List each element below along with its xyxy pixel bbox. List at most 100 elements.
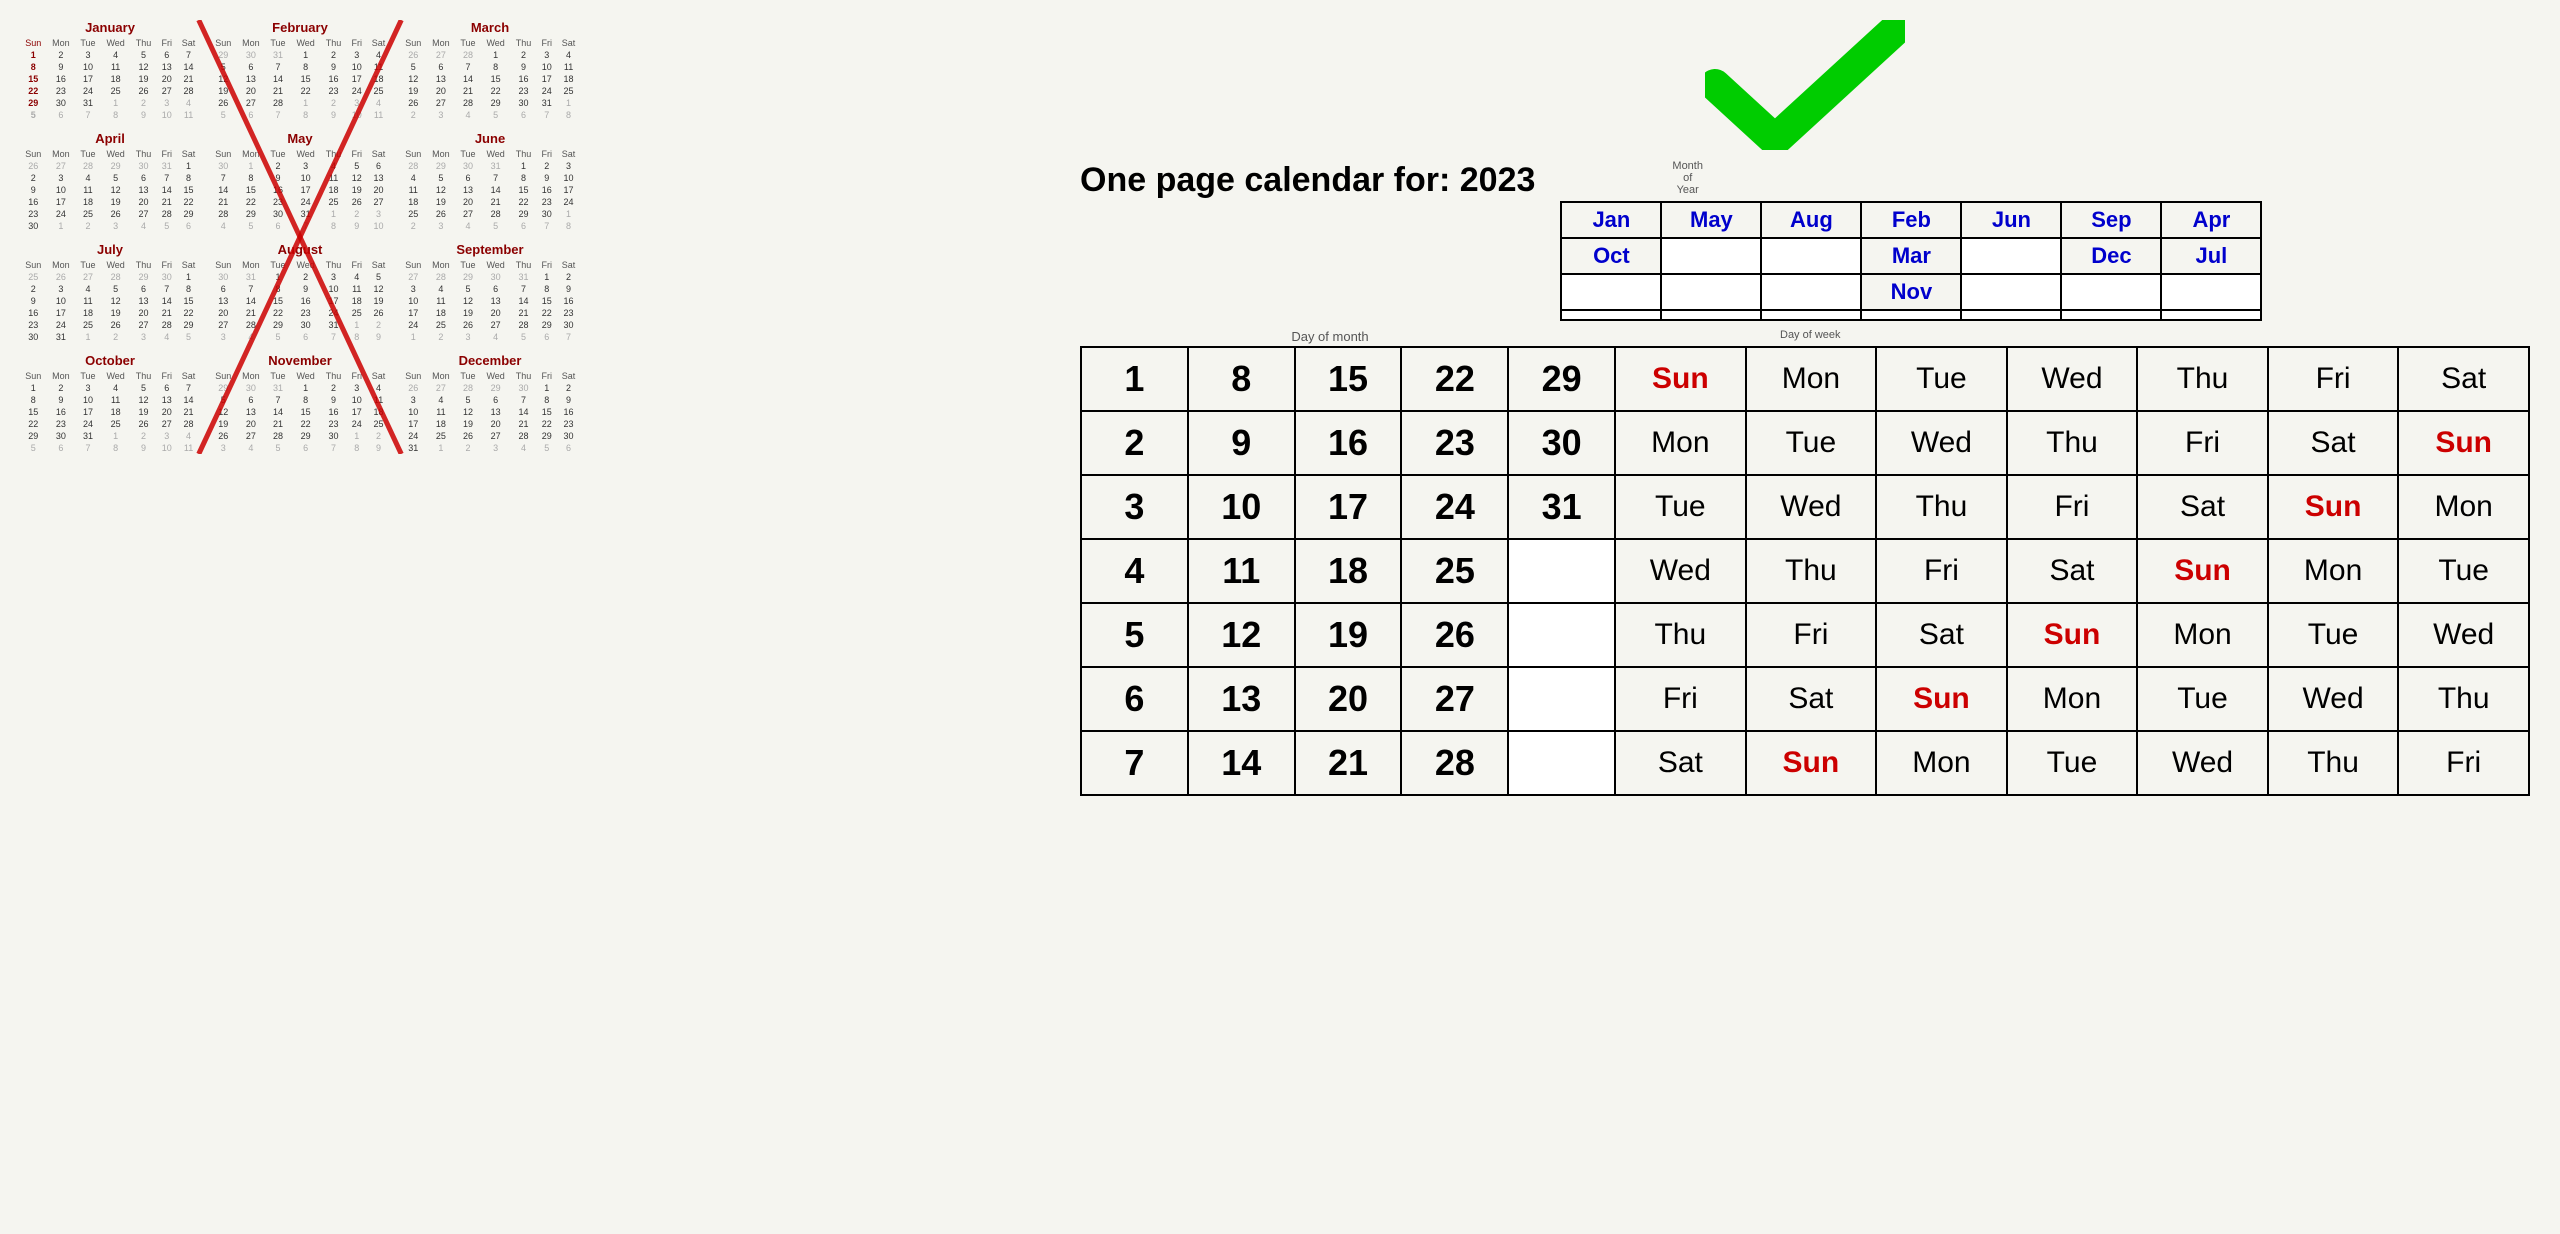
traditional-calendar-section: January SunMonTueWedThuFriSat 1234567 89…: [20, 20, 580, 454]
month-apr: Apr: [2161, 202, 2261, 238]
day-empty6: [1508, 667, 1615, 731]
dow-r6-c6: Wed: [2268, 667, 2399, 731]
dow-r5-c3: Sat: [1876, 603, 2007, 667]
dow-r1-c2: Mon: [1746, 347, 1877, 411]
table-row-2: 2 9 16 23 30 Mon Tue Wed Thu Fri Sat Sun: [1081, 411, 2529, 475]
october-title: October: [20, 353, 200, 368]
table-row-7: 7 14 21 28 Sat Sun Mon Tue Wed Thu Fri: [1081, 731, 2529, 795]
month-empty3: [1961, 238, 2061, 274]
day-14: 14: [1188, 731, 1295, 795]
day-13: 13: [1188, 667, 1295, 731]
dow-r4-c6: Mon: [2268, 539, 2399, 603]
dow-r3-c2: Wed: [1746, 475, 1877, 539]
march-title: March: [400, 20, 580, 35]
month-nov: Nov: [1861, 274, 1961, 310]
month-map-row1: Jan May Aug Feb Jun Sep Apr: [1561, 202, 2261, 238]
month-of-year-label: MonthofYear: [1672, 160, 1703, 196]
day-9: 9: [1188, 411, 1295, 475]
month-february: February SunMonTueWedThuFriSat 293031123…: [210, 20, 390, 121]
dow-r3-c3: Thu: [1876, 475, 2007, 539]
day-2: 2: [1081, 411, 1188, 475]
calendar-title: One page calendar for: 2023: [1080, 160, 1535, 201]
day-1: 1: [1081, 347, 1188, 411]
day-10: 10: [1188, 475, 1295, 539]
dow-r4-c4: Sat: [2007, 539, 2138, 603]
month-sep: Sep: [2061, 202, 2161, 238]
dow-r3-c5: Sat: [2137, 475, 2268, 539]
month-map-row4: [1561, 310, 2261, 320]
month-empty2: [1761, 238, 1861, 274]
dow-r1-c6: Fri: [2268, 347, 2399, 411]
dow-r7-c2: Sun: [1746, 731, 1877, 795]
month-empty4: [1561, 274, 1661, 310]
month-map-row2: Oct Mar Dec Jul: [1561, 238, 2261, 274]
month-march: March SunMonTueWedThuFriSat 2627281234 5…: [400, 20, 580, 121]
day-15: 15: [1295, 347, 1402, 411]
day-empty7: [1508, 731, 1615, 795]
dow-r1-c7: Sat: [2398, 347, 2529, 411]
dow-r4-c2: Thu: [1746, 539, 1877, 603]
month-august: August SunMonTueWedThuFriSat 303112345 6…: [210, 242, 390, 343]
month-empty16: [2161, 310, 2261, 320]
month-june: June SunMonTueWedThuFriSat 28293031123 4…: [400, 131, 580, 232]
dow-r6-c7: Thu: [2398, 667, 2529, 731]
month-mar: Mar: [1861, 238, 1961, 274]
one-page-calendar-section: One page calendar for: 2023 MonthofYear …: [1080, 20, 2530, 796]
dow-r5-c6: Tue: [2268, 603, 2399, 667]
dow-r7-c7: Fri: [2398, 731, 2529, 795]
day-22: 22: [1401, 347, 1508, 411]
dow-r5-c7: Wed: [2398, 603, 2529, 667]
dow-r1-c5: Thu: [2137, 347, 2268, 411]
dow-r2-c1: Mon: [1615, 411, 1746, 475]
table-row-3: 3 10 17 24 31 Tue Wed Thu Fri Sat Sun Mo…: [1081, 475, 2529, 539]
month-empty15: [2061, 310, 2161, 320]
table-row-6: 6 13 20 27 Fri Sat Sun Mon Tue Wed Thu: [1081, 667, 2529, 731]
june-title: June: [400, 131, 580, 146]
table-row-5: 5 12 19 26 Thu Fri Sat Sun Mon Tue Wed: [1081, 603, 2529, 667]
dow-r2-c7: Sun: [2398, 411, 2529, 475]
dow-r4-c5: Sun: [2137, 539, 2268, 603]
dow-r3-c1: Tue: [1615, 475, 1746, 539]
dow-r2-c5: Fri: [2137, 411, 2268, 475]
month-jan: Jan: [1561, 202, 1661, 238]
month-july: July SunMonTueWedThuFriSat 2526272829301…: [20, 242, 200, 343]
month-empty14: [1961, 310, 2061, 320]
december-title: December: [400, 353, 580, 368]
dow-r6-c5: Tue: [2137, 667, 2268, 731]
day-28: 28: [1401, 731, 1508, 795]
month-may: May SunMonTueWedThuFriSat 30123456 78910…: [210, 131, 390, 232]
day-8: 8: [1188, 347, 1295, 411]
day-17: 17: [1295, 475, 1402, 539]
february-title: February: [210, 20, 390, 35]
month-oct: Oct: [1561, 238, 1661, 274]
month-april: April SunMonTueWedThuFriSat 262728293031…: [20, 131, 200, 232]
dow-r1-c4: Wed: [2007, 347, 2138, 411]
day-31: 31: [1508, 475, 1615, 539]
dow-r3-c6: Sun: [2268, 475, 2399, 539]
month-empty11: [1661, 310, 1761, 320]
month-empty1: [1661, 238, 1761, 274]
dow-r2-c4: Thu: [2007, 411, 2138, 475]
month-empty7: [1961, 274, 2061, 310]
day-23: 23: [1401, 411, 1508, 475]
day-11: 11: [1188, 539, 1295, 603]
may-title: May: [210, 131, 390, 146]
month-empty8: [2061, 274, 2161, 310]
month-map-table: Jan May Aug Feb Jun Sep Apr Oct Mar Dec …: [1560, 201, 2262, 321]
month-empty10: [1561, 310, 1661, 320]
day-4: 4: [1081, 539, 1188, 603]
day-26: 26: [1401, 603, 1508, 667]
dow-r5-c1: Thu: [1615, 603, 1746, 667]
month-november: November SunMonTueWedThuFriSat 293031123…: [210, 353, 390, 454]
main-calendar-table: 1 8 15 22 29 Sun Mon Tue Wed Thu Fri Sat…: [1080, 346, 2530, 796]
day-5: 5: [1081, 603, 1188, 667]
month-jul: Jul: [2161, 238, 2261, 274]
day-12: 12: [1188, 603, 1295, 667]
dow-r6-c1: Fri: [1615, 667, 1746, 731]
month-may: May: [1661, 202, 1761, 238]
dow-r5-c4: Sun: [2007, 603, 2138, 667]
dow-r3-c4: Fri: [2007, 475, 2138, 539]
day-24: 24: [1401, 475, 1508, 539]
table-row-4: 4 11 18 25 Wed Thu Fri Sat Sun Mon Tue: [1081, 539, 2529, 603]
dow-r1-c1: Sun: [1615, 347, 1746, 411]
